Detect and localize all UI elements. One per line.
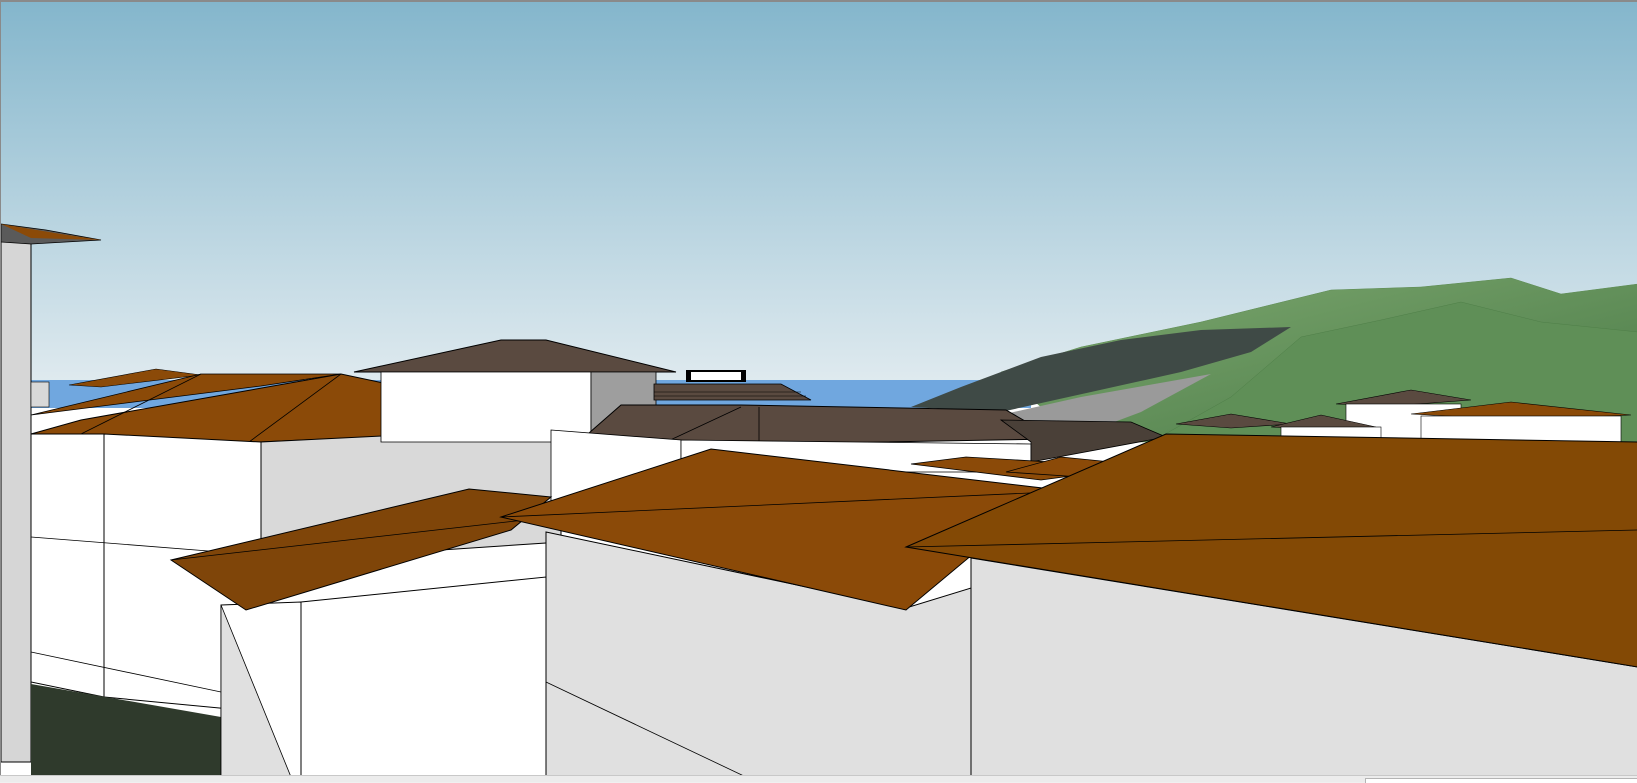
front-left-wall-2 <box>300 576 547 775</box>
pavilion-top-inner <box>691 372 741 380</box>
left-building-wall <box>30 433 105 698</box>
3d-scene[interactable] <box>1 2 1637 775</box>
status-bar <box>0 775 1637 783</box>
model-viewport[interactable] <box>0 0 1637 775</box>
statusbar-field[interactable] <box>1365 778 1637 783</box>
far-building-small <box>30 381 50 408</box>
left-wall <box>1 234 32 763</box>
